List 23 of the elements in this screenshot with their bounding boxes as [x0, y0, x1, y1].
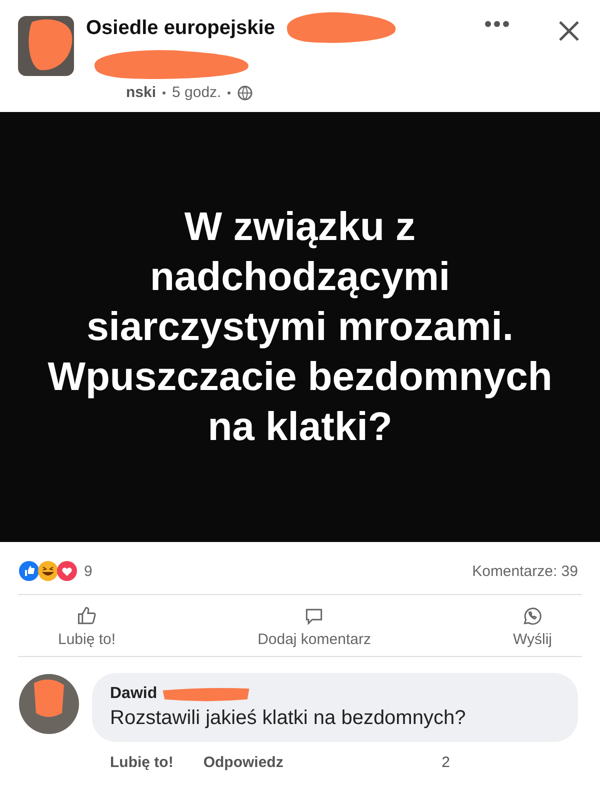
- share-button[interactable]: Wyślij: [512, 605, 552, 648]
- globe-icon: [237, 84, 254, 100]
- author-name[interactable]: nski: [126, 84, 156, 101]
- group-name[interactable]: Osiedle europejskie: [86, 16, 275, 40]
- group-avatar[interactable]: [18, 16, 74, 76]
- comment-reaction-count: 2: [442, 754, 450, 771]
- reaction-icons: [18, 560, 78, 582]
- commenter-name[interactable]: Dawid: [110, 685, 158, 703]
- chat-phone-icon: [521, 605, 544, 627]
- reply-link[interactable]: Odpowiedz: [203, 754, 284, 771]
- like-link[interactable]: Lubię to!: [110, 754, 174, 771]
- more-icon: [484, 20, 510, 28]
- like-button[interactable]: Lubię to!: [58, 605, 116, 648]
- thumbs-up-icon: [76, 605, 98, 627]
- reaction-count[interactable]: 9: [84, 562, 92, 580]
- comment-count[interactable]: Komentarze: 39: [472, 562, 578, 580]
- commenter-avatar[interactable]: [18, 673, 80, 735]
- post-text: W związku z nadchodzącymi siarczystymi mrozami. Wpuszczacie bezdomnych na klatki?: [46, 204, 554, 451]
- separator-dot-icon: [227, 90, 232, 94]
- comment-button[interactable]: Dodaj komentarz: [258, 605, 371, 648]
- post-time: 5 godz.: [172, 84, 222, 101]
- separator-dot-icon: [162, 90, 166, 94]
- comment-text: Rozstawili jakieś klatki na bezdomnych?: [110, 707, 467, 730]
